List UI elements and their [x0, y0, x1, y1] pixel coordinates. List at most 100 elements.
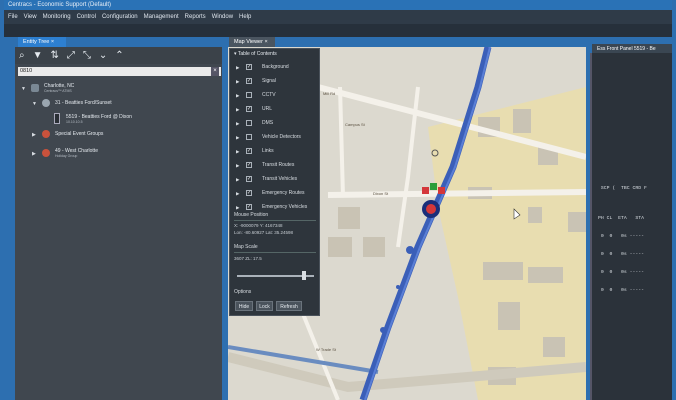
- entity-tree-toolbar: ⌕ ▼ ⇅ ⤢ ⤡ ⌄ ⌃: [15, 47, 222, 64]
- map-scale-title: Map Scale: [234, 244, 258, 250]
- expand-arrow-icon[interactable]: ▶: [236, 89, 239, 102]
- options-title: Options: [234, 289, 252, 295]
- expand-arrow-icon[interactable]: ▶: [236, 131, 239, 144]
- terminal-line: 0 0 0s -----: [598, 270, 645, 275]
- chevron-up-icon[interactable]: ⌃: [115, 50, 123, 61]
- tree-item-sub: Centracs™ ATMS: [44, 89, 72, 93]
- tree-item-label: 31 - Beatties Ford/Sunset: [55, 100, 112, 106]
- layer-checkbox[interactable]: ✓: [246, 176, 252, 182]
- menu-management[interactable]: Management: [144, 10, 179, 24]
- layer-label: URL: [262, 106, 273, 112]
- expand-arrow-icon[interactable]: ▼: [32, 101, 37, 107]
- tree-item-west-charlotte[interactable]: 49 - West Charlotte Holiday Group: [55, 148, 98, 158]
- toc-layer-cctv[interactable]: ▶ CCTV: [230, 89, 320, 102]
- layer-label: Signal: [262, 78, 276, 84]
- filter-icon[interactable]: ▼: [33, 50, 43, 61]
- tree-item-special-event-groups[interactable]: Special Event Groups: [55, 131, 103, 137]
- menu-view[interactable]: View: [24, 10, 37, 24]
- expand-arrow-icon[interactable]: ▶: [236, 103, 239, 116]
- toc-layer-links[interactable]: ▶ ✓ Links: [230, 145, 320, 158]
- table-of-contents: ▾ Table of Contents ▶ ✓ Background ▶ ✓ Signa…: [229, 48, 320, 316]
- expand-icon[interactable]: ⤢: [67, 50, 75, 61]
- layer-checkbox[interactable]: ✓: [246, 148, 252, 154]
- divider: [234, 252, 316, 253]
- tree-item-label: Special Event Groups: [55, 131, 104, 137]
- toc-layer-signal[interactable]: ▶ ✓ Signal: [230, 75, 320, 88]
- terminal-line: 0 0 0s -----: [598, 234, 645, 239]
- sort-icon[interactable]: ⇅: [51, 50, 59, 61]
- street-label: Campus St: [345, 122, 365, 127]
- hide-button[interactable]: Hide: [235, 301, 253, 311]
- toc-layer-dms[interactable]: ▶ DMS: [230, 117, 320, 130]
- expand-arrow-icon[interactable]: ▶: [236, 61, 239, 74]
- mouse-lonlat-readout: Lon: -80.60927 Lat: 35.24598: [234, 230, 294, 235]
- menu-file[interactable]: File: [8, 10, 18, 24]
- tree-item-sub: Holiday Group: [55, 154, 78, 158]
- ess-terminal-output: SCP ( TBC CRD F PH CL ETA STA 0 0 0s ---…: [598, 174, 672, 300]
- toc-layer-background[interactable]: ▶ ✓ Background: [230, 61, 320, 74]
- tab-map-viewer[interactable]: Map Viewer ×: [229, 37, 275, 47]
- toc-layer-transit-vehicles[interactable]: ▶ ✓ Transit Vehicles: [230, 173, 320, 186]
- layer-label: Emergency Routes: [262, 190, 305, 196]
- layer-checkbox[interactable]: ✓: [246, 204, 252, 210]
- toc-header[interactable]: ▾ Table of Contents: [230, 49, 320, 59]
- layer-label: DMS: [262, 120, 274, 126]
- toc-layer-url[interactable]: ▶ ✓ URL: [230, 103, 320, 116]
- menu-window[interactable]: Window: [212, 10, 233, 24]
- layer-checkbox[interactable]: ✓: [246, 162, 252, 168]
- layer-checkbox[interactable]: ✓: [246, 106, 252, 112]
- tree-item-beatties-ford-dixon[interactable]: 5519 - Beatties Ford @ Dixon 10.10.10.5: [66, 114, 132, 124]
- layer-label: Background: [262, 64, 289, 70]
- layer-checkbox[interactable]: [246, 134, 252, 140]
- expand-arrow-icon[interactable]: ▶: [32, 132, 36, 138]
- menu-monitoring[interactable]: Monitoring: [43, 10, 71, 24]
- menu-bar: File View Monitoring Control Configurati…: [4, 10, 672, 24]
- collapse-arrow-icon[interactable]: ▼: [21, 86, 26, 92]
- menu-configuration[interactable]: Configuration: [102, 10, 138, 24]
- city-icon: [31, 84, 39, 92]
- toc-layer-transit-routes[interactable]: ▶ ✓ Transit Routes: [230, 159, 320, 172]
- lock-button[interactable]: Lock: [256, 301, 273, 311]
- tab-entity-tree[interactable]: Entity Tree ×: [18, 37, 66, 47]
- layer-label: Transit Routes: [262, 162, 295, 168]
- group-icon: [42, 149, 50, 157]
- system-icon: [42, 99, 50, 107]
- street-label: W Trade St: [316, 347, 337, 352]
- tab-entity-tree-label: Entity Tree: [23, 39, 50, 45]
- toc-layer-vehicle-detectors[interactable]: ▶ Vehicle Detectors: [230, 131, 320, 144]
- expand-arrow-icon[interactable]: ▶: [236, 159, 239, 172]
- signal-icon: [54, 113, 60, 124]
- menu-help[interactable]: Help: [239, 10, 251, 24]
- clear-search-icon[interactable]: ×: [211, 67, 219, 76]
- menu-reports[interactable]: Reports: [185, 10, 206, 24]
- expand-arrow-icon[interactable]: ▶: [32, 151, 36, 157]
- refresh-button[interactable]: Refresh: [276, 301, 302, 311]
- collapse-icon[interactable]: ⤡: [83, 50, 91, 61]
- layer-checkbox[interactable]: [246, 120, 252, 126]
- expand-arrow-icon[interactable]: ▶: [236, 75, 239, 88]
- expand-arrow-icon[interactable]: ▶: [236, 117, 239, 130]
- layer-checkbox[interactable]: ✓: [246, 78, 252, 84]
- expand-arrow-icon[interactable]: ▶: [236, 145, 239, 158]
- zoom-slider-thumb[interactable]: [302, 271, 306, 280]
- tree-item-beatties-ford-sunset[interactable]: 31 - Beatties Ford/Sunset: [55, 100, 112, 106]
- tree-item-sub: 10.10.10.5: [66, 120, 83, 124]
- chevron-down-icon[interactable]: ⌄: [99, 50, 107, 61]
- search-icon[interactable]: ⌕: [19, 50, 25, 61]
- toc-layer-emergency-routes[interactable]: ▶ ✓ Emergency Routes: [230, 187, 320, 200]
- layer-checkbox[interactable]: ✓: [246, 64, 252, 70]
- expand-arrow-icon[interactable]: ▶: [236, 173, 239, 186]
- layer-checkbox[interactable]: [246, 92, 252, 98]
- layer-label: CCTV: [262, 92, 276, 98]
- terminal-line: PH CL ETA STA: [598, 216, 645, 221]
- entity-search-input[interactable]: 0810 ×: [18, 67, 221, 76]
- layer-checkbox[interactable]: ✓: [246, 190, 252, 196]
- layer-label: Vehicle Detectors: [262, 134, 301, 140]
- mouse-xy-readout: X: -9000079 Y: 4167348: [234, 223, 283, 228]
- mouse-position-title: Mouse Position: [234, 212, 269, 218]
- menu-control[interactable]: Control: [77, 10, 96, 24]
- terminal-line: 0 0 0s -----: [598, 252, 645, 257]
- terminal-line: SCP ( TBC CRD F: [598, 186, 647, 191]
- expand-arrow-icon[interactable]: ▶: [236, 187, 239, 200]
- tree-item-charlotte[interactable]: Charlotte, NC Centracs™ ATMS: [44, 83, 74, 93]
